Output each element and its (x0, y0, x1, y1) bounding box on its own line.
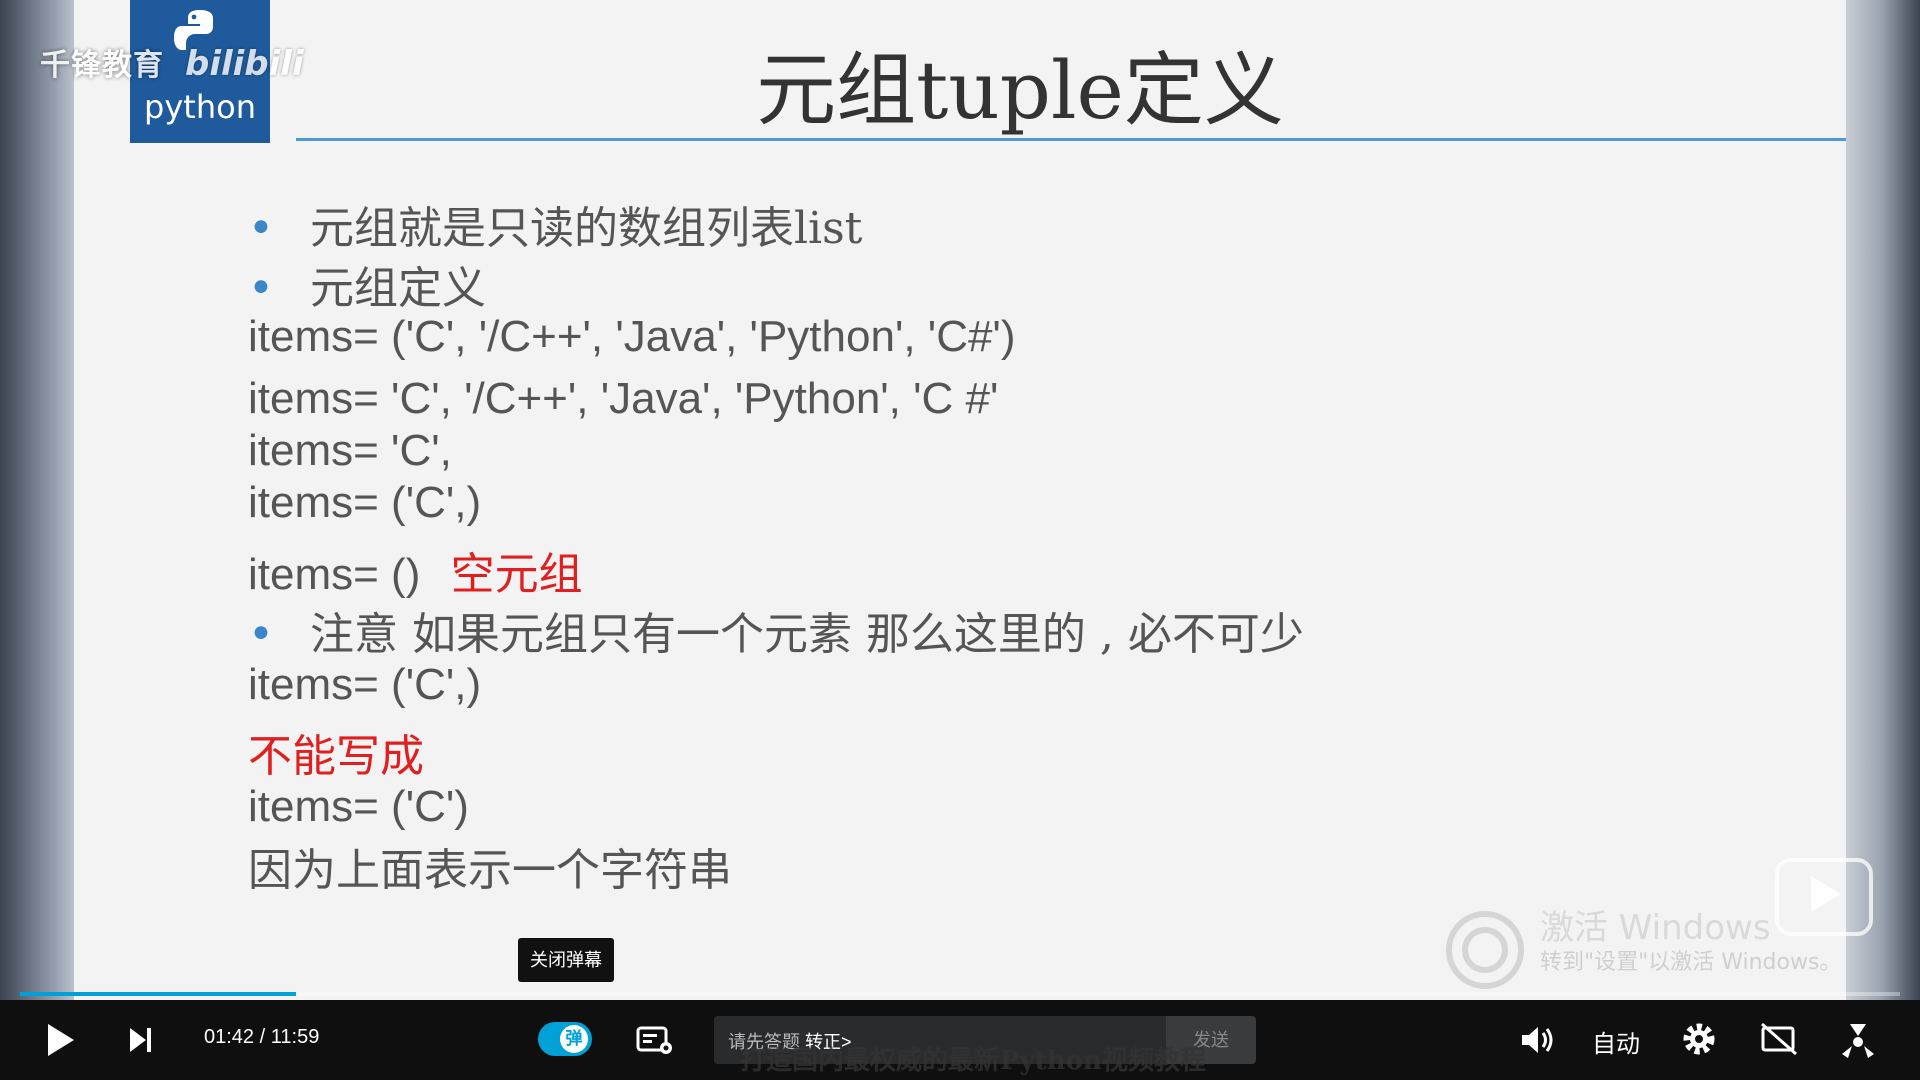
play-icon[interactable] (48, 1024, 74, 1056)
slide-title: 元组tuple定义 (756, 44, 1284, 137)
bullet-line: • 注意 如果元组只有一个元素 那么这里的 , 必不可少 (248, 598, 1304, 662)
quality-selector[interactable]: 自动 (1592, 1024, 1640, 1059)
bullet-marker: • (248, 609, 274, 660)
gear-icon[interactable] (1680, 1020, 1718, 1058)
python-logo-text: python (144, 88, 256, 126)
next-icon[interactable] (128, 1026, 152, 1054)
bullet-line: • 元组就是只读的数组列表list (248, 192, 862, 256)
code-line: items= ('C') (248, 782, 469, 831)
bullet-marker: • (248, 203, 274, 254)
time-display: 01:42 / 11:59 (204, 1026, 319, 1049)
code-text: items= () (248, 550, 421, 599)
time-separator: / (259, 1026, 271, 1048)
picture-in-picture-off-icon[interactable] (1760, 1022, 1798, 1056)
bullet-line: • 元组定义 (248, 252, 486, 316)
duration: 11:59 (270, 1026, 320, 1048)
video-frame[interactable]: python 千锋教育 bilibili 元组tuple定义 • 元组就是只读的数… (0, 0, 1920, 1020)
windows-activation-title: 激活 Windows (1540, 908, 1771, 948)
bullet-text: 元组定义 (309, 263, 486, 314)
volume-icon[interactable] (1520, 1024, 1556, 1056)
fullscreen-icon[interactable] (1840, 1022, 1876, 1058)
current-time: 01:42 (204, 1026, 255, 1048)
bilibili-watermark: bilibili (185, 44, 304, 84)
empty-tuple-note: 空元组 (450, 549, 583, 600)
windows-activation-hint: 转到"设置"以激活 Windows。 (1540, 950, 1842, 975)
code-line: items= ('C',) (248, 660, 482, 709)
qianfeng-logo-icon (1446, 911, 1524, 989)
play-watermark-icon (1775, 858, 1873, 936)
qianfeng-watermark: 千锋教育 (40, 48, 164, 83)
bullet-marker: • (248, 263, 274, 314)
danmaku-toggle-label: 弹 (560, 1025, 588, 1053)
subtitle-overlay: 打造国内最权威的最新Python视频教程 (740, 1046, 1206, 1076)
danmaku-toggle[interactable]: 弹 (538, 1022, 592, 1056)
code-line: items= 'C', '/C++', 'Java', 'Python', 'C… (248, 374, 999, 423)
warning-text: 不能写成 (248, 731, 424, 782)
progress-bar[interactable] (20, 992, 1900, 996)
code-line: items= 'C', (248, 426, 452, 475)
close-danmaku-tooltip: 关闭弹幕 (518, 938, 614, 982)
code-line: items= () 空元组 (248, 538, 583, 602)
code-line: items= ('C',) (248, 478, 482, 527)
bullet-text: 元组就是只读的数组列表list (309, 203, 863, 254)
danmaku-settings-icon[interactable] (636, 1024, 674, 1056)
explanation-text: 因为上面表示一个字符串 (248, 845, 732, 896)
title-divider (296, 138, 1846, 141)
bullet-text: 注意 如果元组只有一个元素 那么这里的 , 必不可少 (309, 609, 1304, 660)
code-line: items= ('C', '/C++', 'Java', 'Python', '… (248, 312, 1016, 361)
progress-fill (20, 992, 296, 996)
